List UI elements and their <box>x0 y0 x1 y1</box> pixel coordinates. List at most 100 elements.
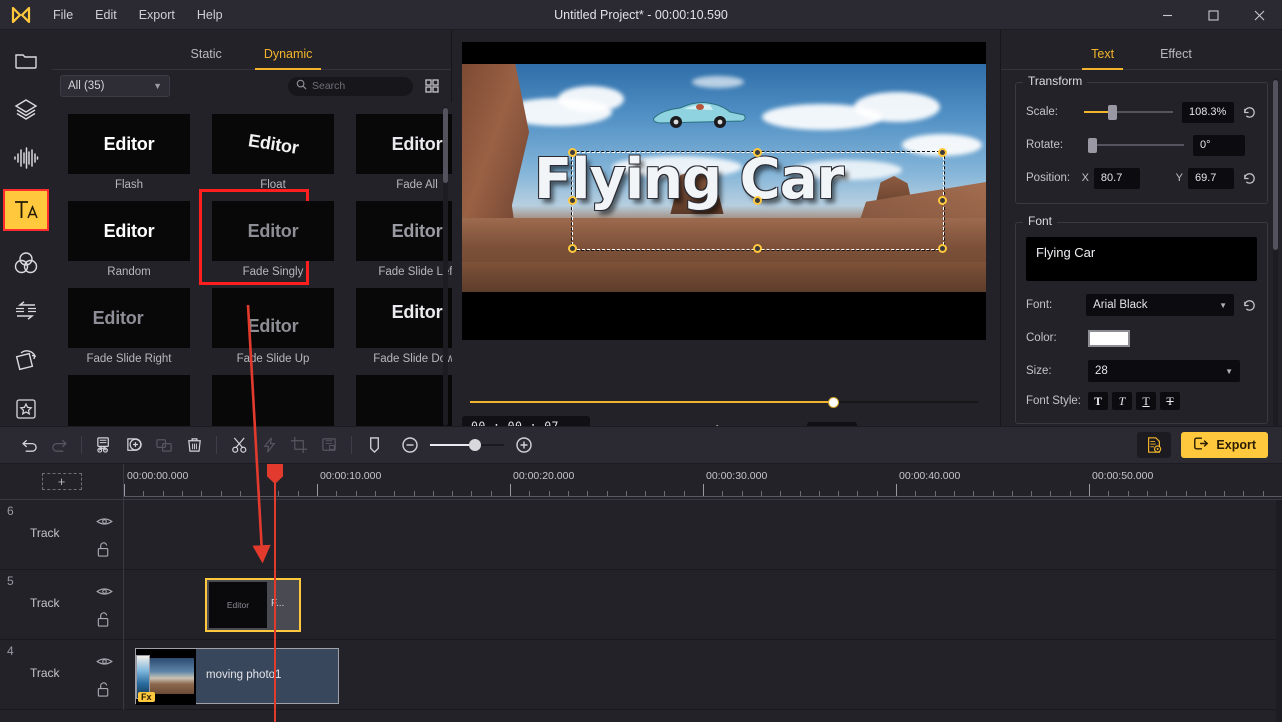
trash-icon[interactable] <box>179 430 209 460</box>
strikethrough-button[interactable]: T <box>1160 392 1180 410</box>
maximize-icon[interactable] <box>1190 0 1236 30</box>
sidebar-item-text[interactable] <box>3 189 49 232</box>
effect-tile-fade-slide-right[interactable]: Editor Fade Slide Right <box>68 288 190 365</box>
menu-file[interactable]: File <box>42 4 84 26</box>
eye-icon[interactable] <box>96 654 113 672</box>
font-family-dropdown[interactable]: Arial Black ▼ <box>1086 294 1234 316</box>
menu-edit[interactable]: Edit <box>84 4 128 26</box>
sidebar-item-audio[interactable] <box>4 140 48 175</box>
resize-handle-ne[interactable] <box>938 148 947 157</box>
lightning-icon[interactable] <box>254 430 284 460</box>
properties-scrollbar-thumb[interactable] <box>1273 80 1278 250</box>
resize-handle-se[interactable] <box>938 244 947 253</box>
add-track-button[interactable]: + <box>41 473 82 490</box>
effect-tile-fade-slide-left[interactable]: Editor Fade Slide Left <box>356 201 452 278</box>
effect-tile-row4a[interactable] <box>68 375 190 426</box>
minimize-icon[interactable] <box>1144 0 1190 30</box>
font-size-dropdown[interactable]: 28 ▼ <box>1088 360 1240 382</box>
sidebar-item-layers[interactable] <box>4 92 48 127</box>
position-x-field[interactable]: 80.7 <box>1093 167 1140 189</box>
playhead[interactable] <box>267 464 283 722</box>
zoom-out-icon[interactable] <box>395 430 425 460</box>
sidebar-item-filters[interactable] <box>4 245 48 280</box>
timeline-scrollbar-track[interactable] <box>1276 500 1282 722</box>
sidebar-item-favorites[interactable] <box>4 391 48 426</box>
export-settings-icon[interactable] <box>1137 432 1172 458</box>
category-filter-dropdown[interactable]: All (35) ▼ <box>60 75 170 97</box>
seek-handle[interactable] <box>828 397 839 408</box>
scale-reset-icon[interactable] <box>1242 105 1257 120</box>
track-lane[interactable]: Editor F... <box>124 570 1282 640</box>
sidebar-item-transitions[interactable] <box>4 294 48 329</box>
preview-seek-bar[interactable] <box>470 397 978 408</box>
rotate-slider[interactable] <box>1088 138 1184 153</box>
mosaic-icon[interactable] <box>314 430 344 460</box>
menu-help[interactable]: Help <box>186 4 234 26</box>
eye-icon[interactable] <box>96 514 113 532</box>
bold-button[interactable]: T <box>1088 392 1108 410</box>
search-input[interactable] <box>312 80 405 92</box>
effect-tile-fade-all[interactable]: Editor Fade All <box>356 114 452 191</box>
effect-grid-scroll[interactable]: Editor Flash Editor Float Editor Fade Al… <box>52 102 452 426</box>
menu-export[interactable]: Export <box>128 4 186 26</box>
table-row[interactable]: 6 Track <box>0 500 1282 570</box>
font-reset-icon[interactable] <box>1242 298 1257 313</box>
eye-icon[interactable] <box>96 584 113 602</box>
resize-handle-nw[interactable] <box>568 148 577 157</box>
position-reset-icon[interactable] <box>1242 171 1257 186</box>
timeline-zoom-slider[interactable] <box>430 438 504 452</box>
tab-static[interactable]: Static <box>191 47 222 69</box>
effect-tile-fade-slide-up[interactable]: Editor Fade Slide Up <box>212 288 334 365</box>
effect-tile-float[interactable]: Editor Float <box>212 114 334 191</box>
zoom-in-icon[interactable] <box>509 430 539 460</box>
effect-tile-random[interactable]: Editor Random <box>68 201 190 278</box>
preview-canvas[interactable]: Flying Car <box>462 42 986 340</box>
list-item[interactable]: Editor F... <box>205 578 301 632</box>
text-content-input[interactable]: Flying Car <box>1026 237 1257 281</box>
effect-tile-fade-slide-down[interactable]: Editor Fade Slide Down <box>356 288 452 365</box>
close-icon[interactable] <box>1236 0 1282 30</box>
track-lane[interactable] <box>124 500 1282 570</box>
tab-text[interactable]: Text <box>1082 47 1124 70</box>
add-circle-icon[interactable] <box>119 430 149 460</box>
tab-dynamic[interactable]: Dynamic <box>254 47 321 70</box>
italic-button[interactable]: T <box>1112 392 1132 410</box>
search-box[interactable] <box>288 76 413 96</box>
effect-tile-fade-singly[interactable]: Editor Fade Singly <box>199 189 334 285</box>
rotate-value-field[interactable]: 0° <box>1193 134 1245 156</box>
unlock-icon[interactable] <box>96 682 113 703</box>
scissors-icon[interactable] <box>224 430 254 460</box>
underline-button[interactable]: T <box>1136 392 1156 410</box>
sidebar-item-media-library[interactable] <box>4 43 48 78</box>
list-item[interactable]: Fx moving photo1 <box>135 648 339 705</box>
resize-handle-e[interactable] <box>938 196 947 205</box>
effect-scrollbar-thumb[interactable] <box>443 108 448 183</box>
grid-view-icon[interactable] <box>421 75 443 97</box>
move-handle[interactable] <box>753 196 762 205</box>
text-selection-box[interactable] <box>568 148 947 253</box>
effect-tile-flash[interactable]: Editor Flash <box>68 114 190 191</box>
unlock-icon[interactable] <box>96 612 113 633</box>
crop-icon[interactable] <box>284 430 314 460</box>
split-clip-icon[interactable] <box>89 430 119 460</box>
undo-icon[interactable] <box>14 430 44 460</box>
export-button[interactable]: Export <box>1181 432 1268 458</box>
effect-tile-row4b[interactable] <box>212 375 334 426</box>
timeline-ruler[interactable]: 00:00:00.000 00:00:10.000 00:00:20.000 0… <box>124 464 1282 500</box>
scale-slider[interactable] <box>1083 105 1173 120</box>
table-row[interactable]: 4 Track Fx moving photo1 <box>0 640 1282 710</box>
resize-handle-w[interactable] <box>568 196 577 205</box>
tab-effect[interactable]: Effect <box>1160 47 1192 69</box>
scale-value-field[interactable]: 108.3% <box>1182 101 1234 123</box>
unlock-icon[interactable] <box>96 542 113 563</box>
effect-tile-row4c[interactable] <box>356 375 452 426</box>
table-row[interactable]: 5 Track Editor F... <box>0 570 1282 640</box>
redo-icon[interactable] <box>44 430 74 460</box>
duplicate-icon[interactable] <box>149 430 179 460</box>
sidebar-item-motion[interactable] <box>4 343 48 378</box>
resize-handle-n[interactable] <box>753 148 762 157</box>
position-y-field[interactable]: 69.7 <box>1188 167 1234 189</box>
resize-handle-sw[interactable] <box>568 244 577 253</box>
resize-handle-s[interactable] <box>753 244 762 253</box>
marker-icon[interactable] <box>359 430 389 460</box>
